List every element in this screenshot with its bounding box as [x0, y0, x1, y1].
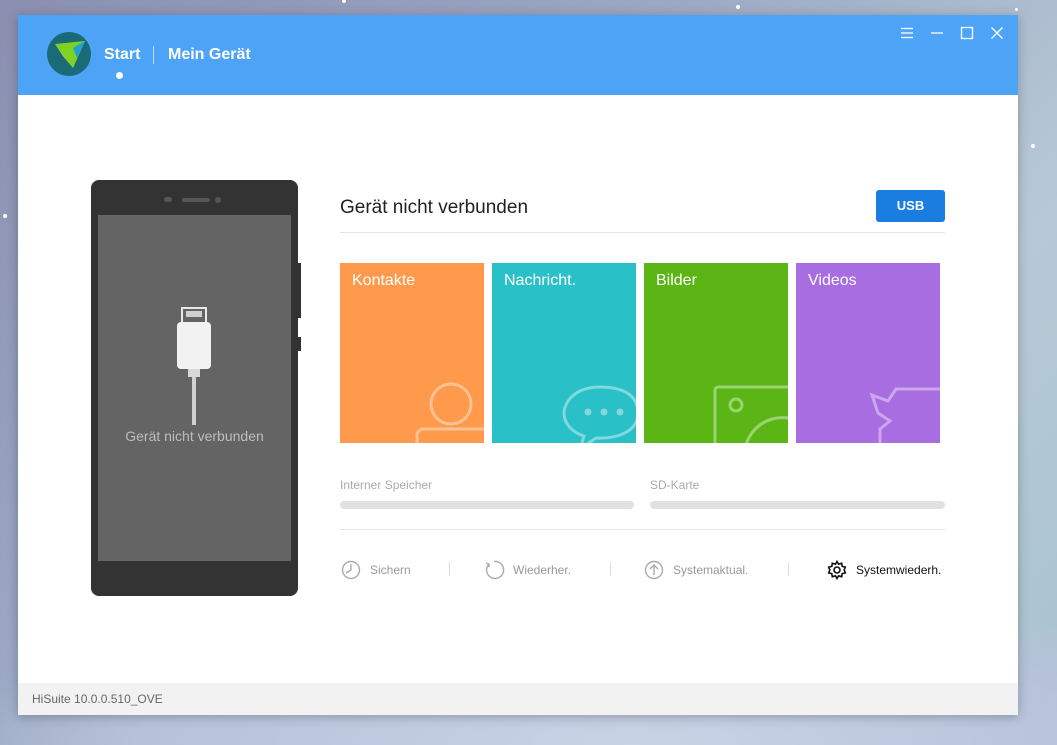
tile-contacts[interactable]: Kontakte — [340, 263, 484, 443]
action-label: Sichern — [370, 563, 411, 577]
sd-card-bar — [650, 501, 945, 509]
restore-icon — [485, 560, 505, 580]
desktop-star — [342, 0, 346, 3]
phone-sensor — [164, 197, 172, 202]
internal-storage-label: Interner Speicher — [340, 478, 433, 492]
phone-camera — [215, 197, 221, 203]
desktop-star — [1031, 144, 1035, 148]
phone-illustration: Gerät nicht verbunden — [91, 180, 298, 596]
active-tab-indicator — [116, 72, 123, 79]
video-icon — [869, 387, 940, 443]
tile-messages[interactable]: Nachricht. — [492, 263, 636, 443]
desktop-star — [1015, 8, 1018, 11]
sd-card-label: SD-Karte — [650, 478, 700, 492]
contact-icon — [415, 382, 484, 443]
gear-icon — [827, 559, 847, 581]
version-text: HiSuite 10.0.0.510_OVE — [32, 692, 163, 706]
desktop-star — [3, 214, 7, 218]
system-update-button[interactable]: Systemaktual. — [643, 559, 763, 581]
phone-volume-button — [298, 263, 301, 318]
tile-label: Videos — [808, 272, 857, 289]
tile-label: Kontakte — [352, 272, 416, 289]
hisuite-logo — [47, 32, 91, 76]
tile-label: Nachricht. — [504, 272, 577, 289]
system-recovery-button[interactable]: Systemwiederh. — [826, 559, 946, 581]
action-divider — [610, 562, 611, 576]
phone-speaker — [182, 198, 210, 202]
menu-icon[interactable] — [899, 25, 915, 41]
action-label: Systemaktual. — [673, 563, 749, 577]
action-label: Systemwiederh. — [856, 563, 942, 577]
status-bar: HiSuite 10.0.0.510_OVE — [18, 683, 1018, 715]
nav-tab-start[interactable]: Start — [104, 46, 140, 64]
nav-tab-my-device[interactable]: Mein Gerät — [168, 46, 251, 64]
phone-status-text: Gerät nicht verbunden — [125, 428, 264, 444]
internal-storage-bar — [340, 501, 634, 509]
nav-divider — [153, 46, 154, 64]
minimize-icon[interactable] — [929, 25, 945, 41]
update-icon — [644, 560, 664, 580]
backup-icon — [341, 560, 361, 580]
connection-status-title: Gerät nicht verbunden — [340, 197, 529, 218]
phone-screen: Gerät nicht verbunden — [98, 215, 291, 561]
desktop-star — [736, 5, 740, 9]
usb-connect-button[interactable]: USB — [876, 190, 945, 222]
message-icon — [562, 385, 636, 443]
tile-videos[interactable]: Videos — [796, 263, 940, 443]
phone-power-button — [298, 337, 301, 351]
title-bar: Start Mein Gerät — [18, 15, 1018, 95]
restore-button[interactable]: Wiederher. — [483, 559, 583, 581]
divider — [340, 232, 945, 233]
usb-cable-icon — [177, 307, 211, 425]
action-divider — [449, 562, 450, 576]
divider — [340, 529, 945, 530]
backup-button[interactable]: Sichern — [340, 559, 420, 581]
action-label: Wiederher. — [513, 563, 572, 577]
tile-label: Bilder — [656, 272, 697, 289]
hisuite-window: Start Mein Gerät Gerät nicht verbunden G… — [18, 15, 1018, 715]
action-divider — [788, 562, 789, 576]
tile-pictures[interactable]: Bilder — [644, 263, 788, 443]
picture-icon — [713, 385, 788, 443]
maximize-icon[interactable] — [959, 25, 975, 41]
close-icon[interactable] — [989, 25, 1005, 41]
